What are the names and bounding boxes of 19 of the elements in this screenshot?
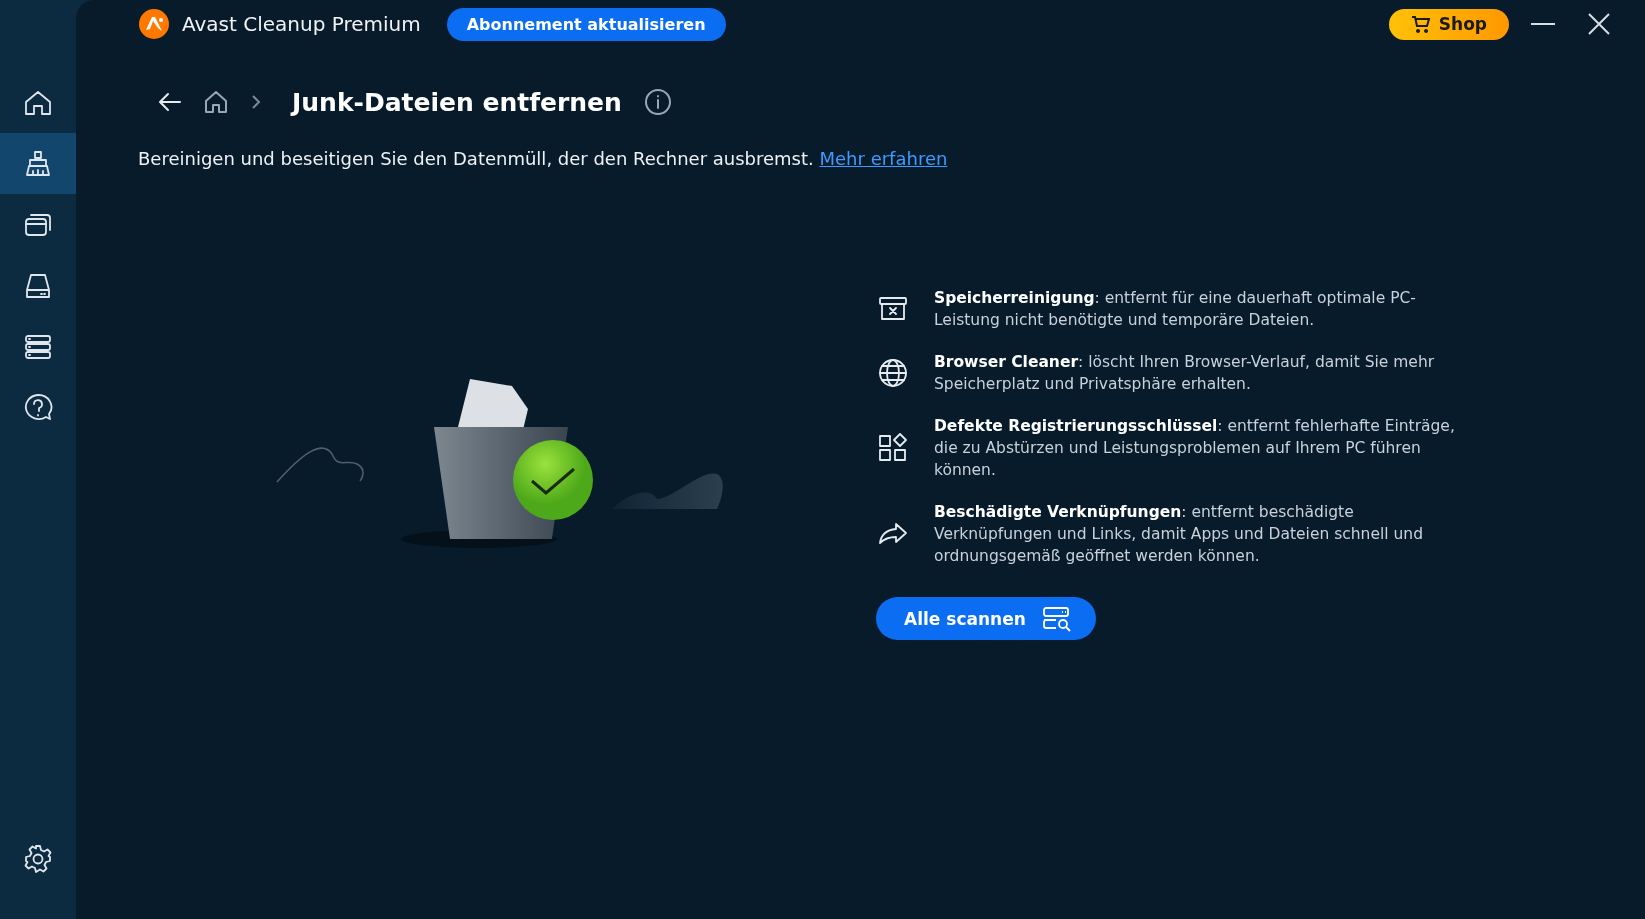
learn-more-link[interactable]: Mehr erfahren <box>819 148 948 169</box>
app-title: Avast Cleanup Premium <box>182 12 421 36</box>
cart-icon <box>1410 15 1431 33</box>
sidebar-item[interactable] <box>0 133 76 194</box>
globe-icon <box>876 356 910 390</box>
feature-description: Browser Cleaner: löscht Ihren Browser-Verlauf, damit Sie mehr Speicherplatz und Privatsphäre erhalten. <box>934 352 1436 395</box>
shop-button[interactable]: Shop <box>1388 8 1509 40</box>
page-title: Junk-Dateien entfernen <box>292 87 622 117</box>
logo-icon <box>138 8 170 40</box>
info-icon[interactable] <box>643 88 672 116</box>
description-text: Bereinigen und beseitigen Sie den Datenmüll, der den Rechner ausbremst. Mehr erfahren <box>138 148 949 169</box>
settings-icon <box>22 842 54 875</box>
feature-description: Defekte Registrierungsschlüssel: entfernt fehlerhafte Einträge, die zu Abstürzen und Leistungsproblemen auf Ihrem PC führen können. <box>934 416 1456 481</box>
feature-description: Beschädigte Verknüpfungen: entfernt beschädigte Verknüpfungen und Links, damit Apps und Dateien schnell und ordnungsgemäß geöffnet werden können. <box>934 502 1424 567</box>
feature-description: Speicherreinigung: entfernt für eine dauerhaft optimale PC-Leistung nicht benötigte und temporäre Dateien. <box>934 288 1417 331</box>
scan-all-button[interactable]: Alle scannen <box>876 597 1096 640</box>
scan-icon <box>1041 605 1072 632</box>
home-icon[interactable] <box>202 88 230 116</box>
upgrade-button[interactable]: Abonnement aktualisieren <box>446 7 726 41</box>
